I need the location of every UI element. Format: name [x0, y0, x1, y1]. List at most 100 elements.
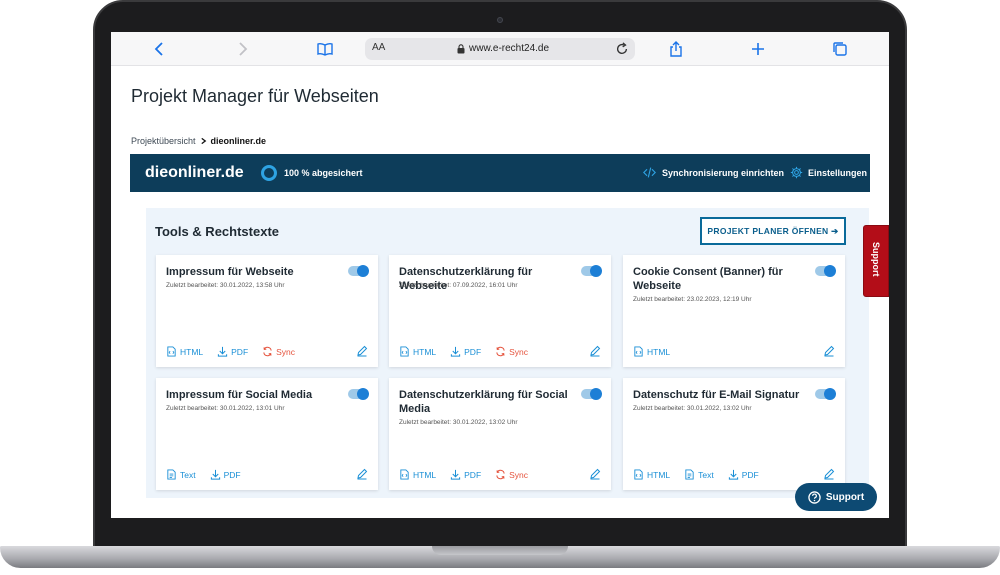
html-file-icon: [167, 346, 176, 357]
download-icon: [218, 346, 228, 357]
text-file-icon: [685, 469, 694, 480]
support-floating-button-label: Support: [825, 491, 865, 503]
tools-panel: Tools & Rechtstexte PROJEKT PLANER ÖFFNE…: [146, 208, 869, 498]
forward-button[interactable]: [231, 38, 253, 60]
breadcrumb-parent-link[interactable]: Projektübersicht: [131, 136, 196, 146]
support-side-tab[interactable]: Support: [863, 225, 889, 297]
document-card: Datenschutzerklärung für Social Media Zu…: [389, 378, 611, 490]
pdf-action-label: PDF: [231, 346, 249, 357]
document-card: Impressum für Webseite Zuletzt bearbeite…: [156, 255, 378, 367]
card-toggle[interactable]: [348, 388, 369, 400]
sync-action[interactable]: Sync: [495, 346, 528, 357]
pdf-action[interactable]: PDF: [450, 346, 481, 357]
new-tab-button[interactable]: [747, 38, 769, 60]
sync-icon: [263, 346, 272, 357]
html-action-label: HTML: [647, 469, 671, 480]
card-toggle[interactable]: [581, 265, 602, 277]
page-title: Projekt Manager für Webseiten: [131, 86, 379, 106]
card-title[interactable]: Impressum für Webseite: [166, 265, 346, 279]
download-icon: [451, 346, 461, 357]
open-project-planer-button[interactable]: PROJEKT PLANER ÖFFNEN ➔: [700, 217, 846, 245]
card-title[interactable]: Cookie Consent (Banner) für Webseite: [633, 265, 813, 293]
pdf-action[interactable]: PDF: [217, 346, 248, 357]
card-title[interactable]: Impressum für Social Media: [166, 388, 346, 402]
sync-icon: [496, 346, 505, 357]
html-action[interactable]: HTML: [633, 346, 670, 357]
reload-icon[interactable]: [615, 42, 629, 56]
browser-toolbar: AA www.e-recht24.de: [111, 32, 889, 66]
back-button[interactable]: [149, 38, 171, 60]
pdf-action[interactable]: PDF: [450, 469, 481, 480]
sync-action[interactable]: Sync: [262, 346, 295, 357]
pencil-icon[interactable]: [589, 468, 601, 480]
settings-label: Einstellungen: [808, 167, 868, 178]
card-actions: HTML PDF Sync: [399, 346, 528, 357]
tabs-button[interactable]: [829, 38, 851, 60]
address-bar[interactable]: AA www.e-recht24.de: [365, 38, 635, 60]
breadcrumb-current: dieonliner.de: [210, 136, 267, 146]
card-toggle[interactable]: [581, 388, 602, 400]
pencil-icon[interactable]: [823, 345, 835, 357]
security-status: 100 % abgesichert: [284, 168, 363, 178]
html-action[interactable]: HTML: [166, 346, 203, 357]
text-file-icon: [167, 469, 176, 480]
html-action-label: HTML: [180, 346, 204, 357]
pdf-action[interactable]: PDF: [728, 469, 759, 480]
html-file-icon: [634, 469, 643, 480]
pdf-action[interactable]: PDF: [210, 469, 241, 480]
pencil-icon[interactable]: [823, 468, 835, 480]
settings-link[interactable]: Einstellungen: [790, 166, 867, 179]
html-action[interactable]: HTML: [399, 346, 436, 357]
text-action[interactable]: Text: [166, 469, 196, 480]
document-card: Cookie Consent (Banner) für Webseite Zul…: [623, 255, 845, 367]
pencil-icon[interactable]: [589, 345, 601, 357]
sync-action-label: Sync: [509, 469, 529, 480]
sync-action-label: Sync: [509, 346, 529, 357]
pencil-icon[interactable]: [356, 468, 368, 480]
pencil-icon[interactable]: [356, 345, 368, 357]
lock-icon: [457, 43, 465, 53]
share-button[interactable]: [665, 38, 687, 60]
html-action[interactable]: HTML: [633, 469, 670, 480]
card-toggle[interactable]: [348, 265, 369, 277]
sync-action-label: Sync: [276, 346, 296, 357]
security-status-ring-icon: [261, 165, 277, 181]
bookmarks-button[interactable]: [314, 38, 336, 60]
html-action-label: HTML: [413, 469, 437, 480]
project-banner: dieonliner.de 100 % abgesichert Synchron…: [130, 154, 870, 192]
support-floating-button[interactable]: Support: [795, 483, 877, 511]
book-icon: [317, 42, 333, 56]
card-title[interactable]: Datenschutzerklärung für Social Media: [399, 388, 579, 416]
html-file-icon: [400, 346, 409, 357]
pdf-action-label: PDF: [464, 469, 482, 480]
webcam: [497, 17, 503, 23]
sync-setup-label: Synchronisierung einrichten: [662, 167, 785, 178]
download-icon: [451, 469, 461, 480]
card-last-edited: Zuletzt bearbeitet: 07.09.2022, 16:01 Uh…: [399, 282, 518, 289]
chevron-left-icon: [154, 42, 163, 56]
card-toggle[interactable]: [815, 388, 836, 400]
text-action-label: Text: [180, 469, 196, 480]
project-name: dieonliner.de: [145, 164, 244, 181]
html-action[interactable]: HTML: [399, 469, 436, 480]
card-last-edited: Zuletzt bearbeitet: 23.02.2023, 12:19 Uh…: [633, 296, 752, 303]
chevron-right-icon: [239, 42, 248, 56]
text-action[interactable]: Text: [684, 469, 714, 480]
chevron-right-icon: [200, 137, 206, 145]
sync-setup-link[interactable]: Synchronisierung einrichten: [643, 166, 784, 179]
plus-icon: [752, 43, 764, 55]
card-actions: HTML: [633, 346, 670, 357]
sync-icon: [496, 469, 505, 480]
download-icon: [728, 469, 738, 480]
html-action-label: HTML: [647, 346, 671, 357]
html-action-label: HTML: [413, 346, 437, 357]
url-display: www.e-recht24.de: [457, 43, 549, 54]
html-file-icon: [634, 346, 643, 357]
share-icon: [670, 41, 682, 57]
text-size-button[interactable]: AA: [372, 42, 385, 53]
card-toggle[interactable]: [815, 265, 836, 277]
card-title[interactable]: Datenschutz für E-Mail Signatur: [633, 388, 813, 402]
sync-action[interactable]: Sync: [495, 469, 528, 480]
card-last-edited: Zuletzt bearbeitet: 30.01.2022, 13:02 Uh…: [399, 419, 518, 426]
card-actions: Text PDF: [166, 469, 241, 480]
